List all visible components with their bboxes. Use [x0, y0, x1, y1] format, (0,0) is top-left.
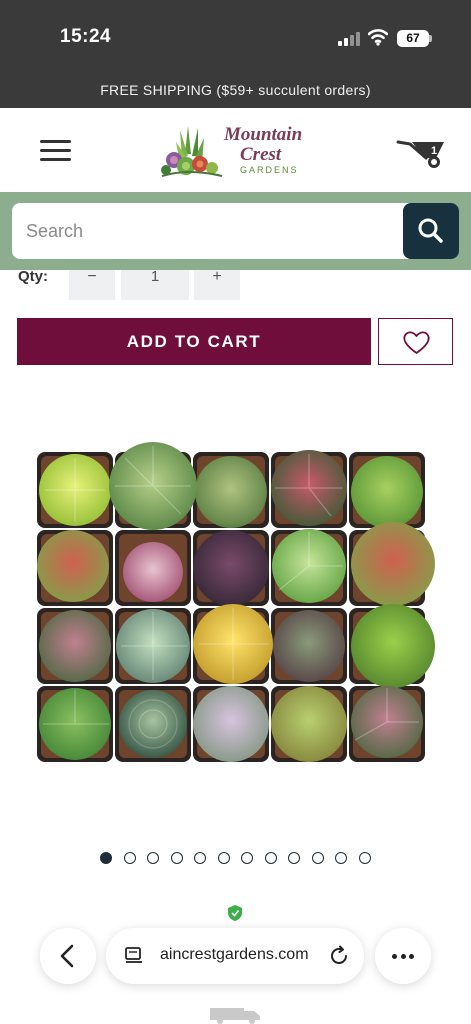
reload-icon[interactable] — [328, 945, 350, 967]
signal-icon — [338, 32, 360, 46]
site-header: Mountain Crest GARDENS 1 — [0, 108, 471, 192]
carousel-dot[interactable] — [288, 852, 301, 864]
url-text: aincrestgardens.com — [160, 946, 309, 963]
page-icon — [125, 947, 142, 963]
carousel-dot[interactable] — [147, 852, 160, 864]
carousel-dot[interactable] — [311, 852, 324, 864]
wishlist-button[interactable] — [378, 318, 453, 365]
cart-count: 1 — [431, 145, 437, 157]
url-bar[interactable]: aincrestgardens.com — [106, 928, 364, 984]
carousel-dot[interactable] — [358, 852, 371, 864]
logo-line1: Mountain — [223, 124, 302, 145]
battery-cap — [429, 35, 432, 42]
battery-icon: 67 — [397, 30, 429, 47]
carousel-dot[interactable] — [100, 852, 113, 864]
add-to-cart-button[interactable]: ADD TO CART — [17, 318, 371, 365]
search-box — [12, 203, 459, 259]
browser-back-button[interactable] — [40, 928, 96, 984]
status-bar: 15:24 67 — [0, 0, 471, 72]
image-carousel-dots — [0, 852, 471, 866]
quantity-label: Qty: — [18, 268, 48, 285]
carousel-dot[interactable] — [170, 852, 183, 864]
mountain-crest-logo[interactable]: Mountain Crest GARDENS — [158, 118, 318, 184]
logo-line2: Crest — [240, 144, 282, 165]
heart-icon — [403, 331, 430, 354]
hamburger-menu-icon[interactable] — [40, 140, 71, 162]
back-arrow-icon — [60, 944, 74, 968]
status-time: 15:24 — [60, 26, 112, 47]
search-icon — [418, 218, 443, 243]
quantity-increase-button[interactable]: + — [194, 269, 240, 300]
carousel-dot[interactable] — [217, 852, 230, 864]
more-button[interactable] — [375, 928, 431, 984]
carousel-dot[interactable] — [241, 852, 254, 864]
wheelbarrow-cart-icon[interactable]: 1 — [396, 134, 450, 170]
search-button[interactable] — [403, 203, 459, 259]
wifi-icon — [368, 29, 388, 46]
quantity-input[interactable]: 1 — [121, 269, 189, 300]
free-shipping-truck-icon — [210, 1008, 260, 1024]
carousel-dot[interactable] — [123, 852, 136, 864]
search-input[interactable] — [12, 203, 402, 259]
product-image-succulent-tray[interactable] — [35, 440, 445, 770]
quantity-decrease-button[interactable]: − — [69, 269, 115, 300]
carousel-dot[interactable] — [335, 852, 348, 864]
search-bar-band — [0, 192, 471, 270]
shield-icon — [228, 905, 242, 921]
logo-line3: GARDENS — [240, 165, 299, 175]
carousel-dot[interactable] — [264, 852, 277, 864]
shipping-announcement: FREE SHIPPING ($59+ succulent orders) — [0, 72, 471, 108]
carousel-dot[interactable] — [194, 852, 207, 864]
